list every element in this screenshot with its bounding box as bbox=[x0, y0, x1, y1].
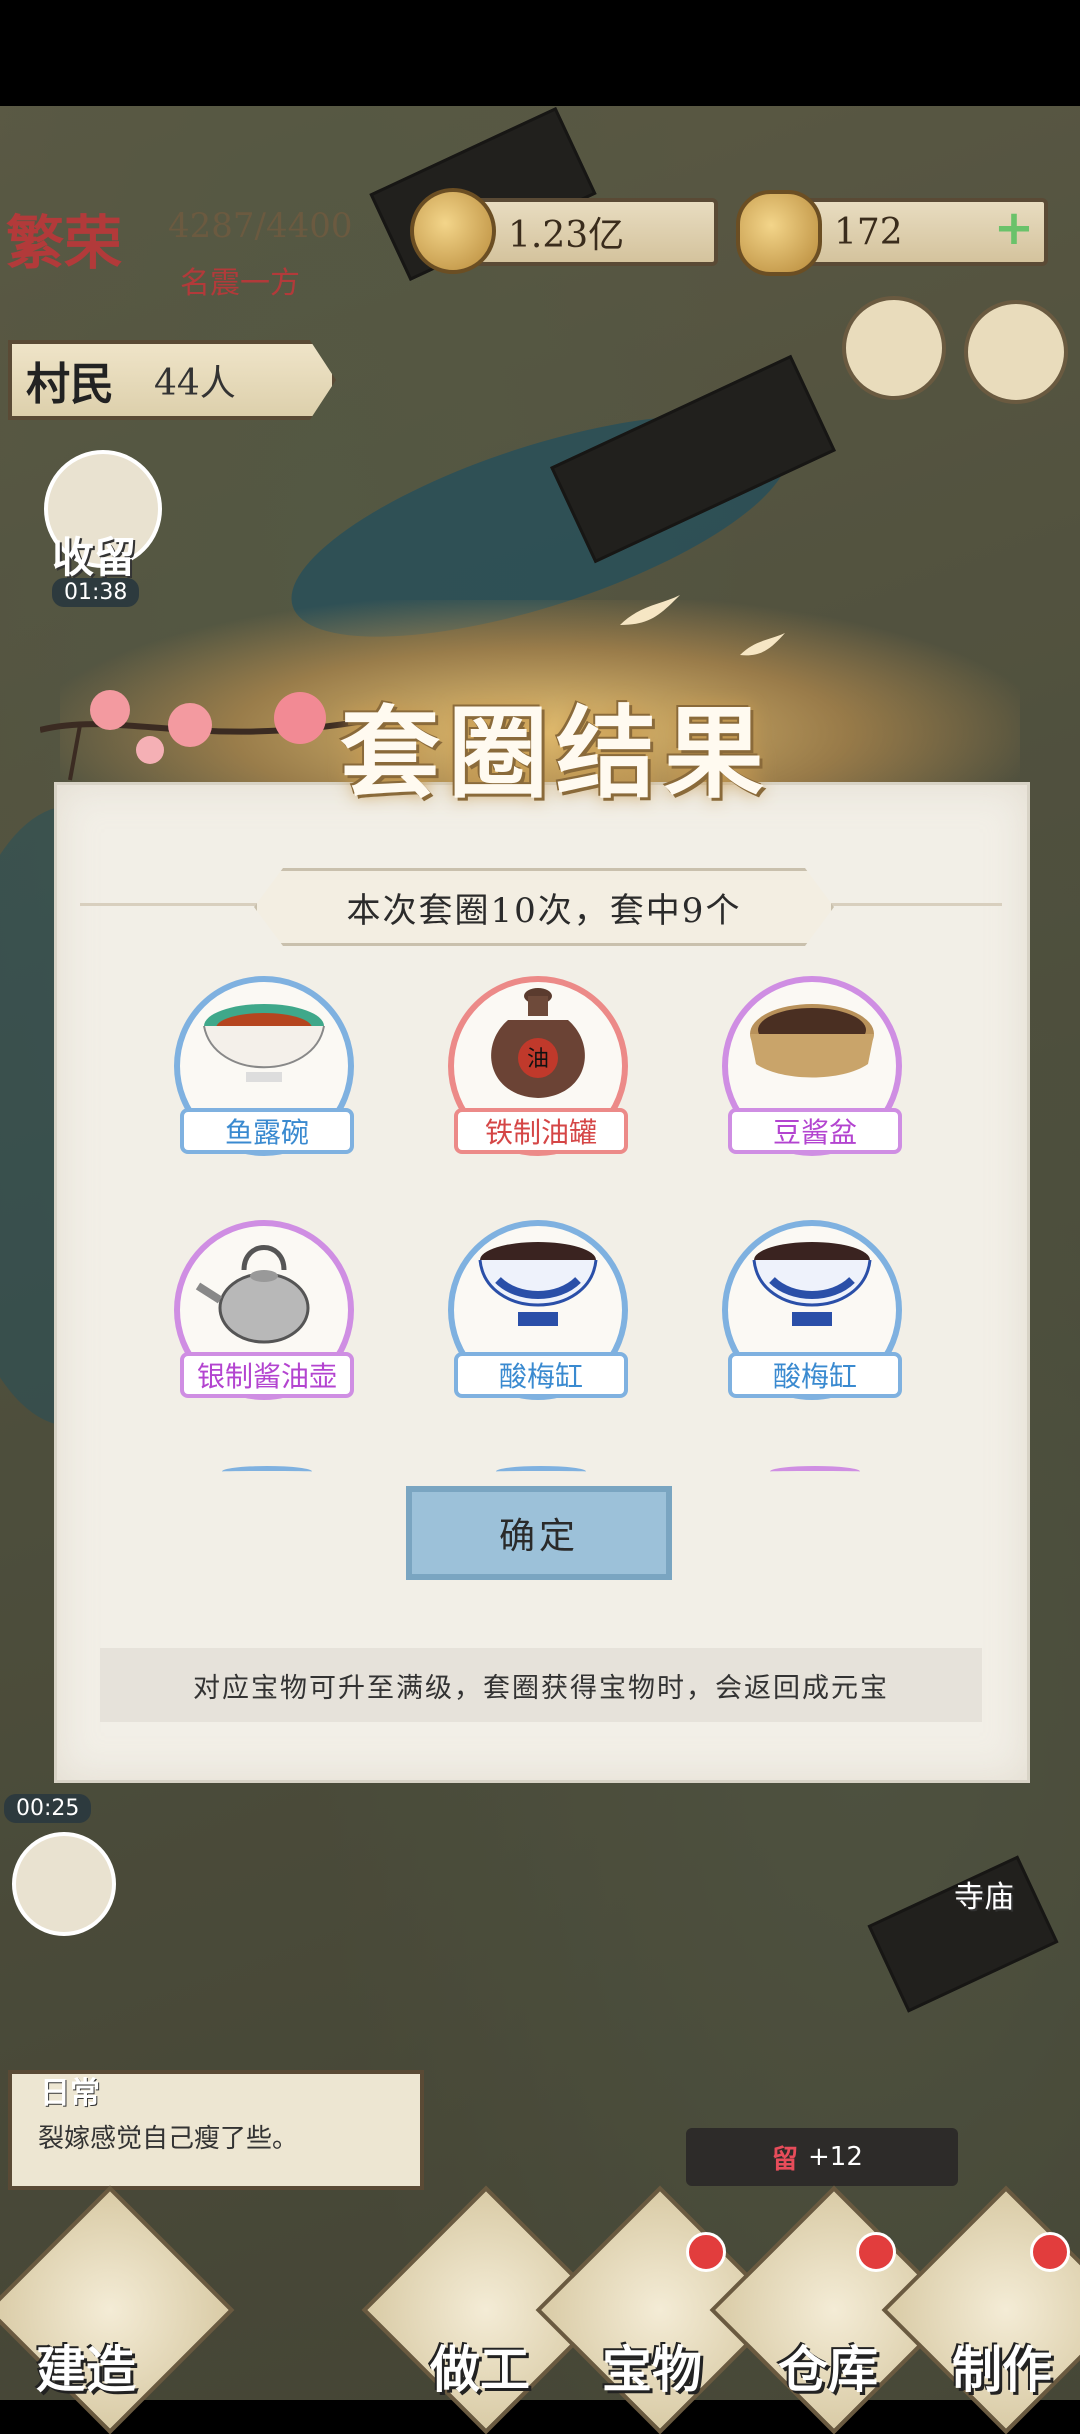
daily-title: 日常 bbox=[40, 2076, 100, 2111]
divider bbox=[80, 903, 260, 906]
visitor-timer: 00:25 bbox=[4, 1794, 92, 1823]
item-label: 鱼露碗 bbox=[180, 1108, 354, 1154]
notification-dot bbox=[686, 2232, 726, 2272]
confirm-button[interactable]: 确定 bbox=[406, 1486, 672, 1580]
teapot-icon bbox=[195, 1245, 310, 1344]
reward-item[interactable]: 豆酱盆 bbox=[722, 976, 908, 1166]
status-bar bbox=[0, 0, 1080, 106]
item-label: 酸梅缸 bbox=[728, 1352, 902, 1398]
temple-label: 寺庙 bbox=[954, 1880, 1014, 1915]
daily-text: 裂嫁感觉自己瘦了些。 bbox=[38, 2124, 299, 2154]
tip-text: 对应宝物可升至满级，套圈获得宝物时，会返回成元宝 bbox=[100, 1648, 982, 1722]
scroll-hint bbox=[770, 1466, 860, 1477]
nav-label: 制作 bbox=[952, 2340, 1052, 2399]
villager-label: 村民 bbox=[26, 359, 114, 410]
jar-character: 油 bbox=[527, 1047, 549, 1072]
daily-panel[interactable]: 日常 裂嫁感觉自己瘦了些。 bbox=[8, 2070, 424, 2190]
toss-summary: 本次套圈10次，套中9个 bbox=[254, 868, 834, 946]
reward-item[interactable]: 银制酱油壶 bbox=[174, 1220, 360, 1410]
money-value: 1.23亿 bbox=[508, 215, 625, 256]
modal-title: 套圈结果 bbox=[340, 694, 772, 812]
item-label: 铁制油罐 bbox=[454, 1108, 628, 1154]
visitor-avatar[interactable] bbox=[12, 1832, 116, 1936]
reward-item[interactable]: 鱼露碗 bbox=[174, 976, 360, 1166]
oil-jar-icon: 油 bbox=[491, 988, 585, 1098]
prosperity-rank: 名震一方 bbox=[180, 266, 300, 301]
villager-count-bar[interactable]: 村民 44人 bbox=[8, 340, 336, 420]
item-label: 豆酱盆 bbox=[728, 1108, 902, 1154]
plum-blossom-branch-icon bbox=[40, 690, 370, 781]
item-label: 银制酱油壶 bbox=[180, 1352, 354, 1398]
item-label: 酸梅缸 bbox=[454, 1352, 628, 1398]
scroll-hint bbox=[496, 1466, 586, 1477]
sauce-basin-icon bbox=[750, 1004, 874, 1078]
gold-ingot-icon bbox=[736, 190, 822, 276]
notice-glyph: 留 bbox=[772, 2144, 799, 2175]
prosperity-label: 繁荣 bbox=[6, 209, 123, 277]
nav-label: 宝物 bbox=[602, 2340, 702, 2399]
notice-bubble[interactable]: 留 +12 bbox=[686, 2128, 958, 2186]
gold-value: 172 bbox=[834, 211, 903, 253]
copper-coin-icon bbox=[410, 188, 496, 274]
divider bbox=[822, 903, 1002, 906]
prosperity-value: 4287/4400 bbox=[168, 206, 353, 246]
settings-gear-icon[interactable] bbox=[964, 300, 1068, 404]
add-gold-button[interactable]: + bbox=[990, 204, 1038, 252]
notification-dot bbox=[856, 2232, 896, 2272]
book-icon[interactable] bbox=[842, 296, 946, 400]
bowl-icon bbox=[203, 1004, 325, 1082]
porcelain-bowl-icon bbox=[478, 1242, 598, 1326]
reward-item[interactable]: 酸梅缸 bbox=[448, 1220, 634, 1410]
reward-item[interactable]: 酸梅缸 bbox=[722, 1220, 908, 1410]
reward-item[interactable]: 油 铁制油罐 bbox=[448, 976, 634, 1166]
nav-label: 建造 bbox=[36, 2340, 136, 2399]
porcelain-bowl-icon bbox=[752, 1242, 872, 1326]
recruit-label: 收留 bbox=[52, 533, 137, 582]
nav-label: 做工 bbox=[430, 2340, 530, 2399]
notice-count: +12 bbox=[808, 2142, 863, 2172]
notification-dot bbox=[1030, 2232, 1070, 2272]
nav-label: 仓库 bbox=[778, 2340, 878, 2399]
villager-count: 44人 bbox=[154, 363, 236, 404]
birds-icon bbox=[620, 595, 785, 656]
scroll-hint bbox=[222, 1466, 312, 1477]
